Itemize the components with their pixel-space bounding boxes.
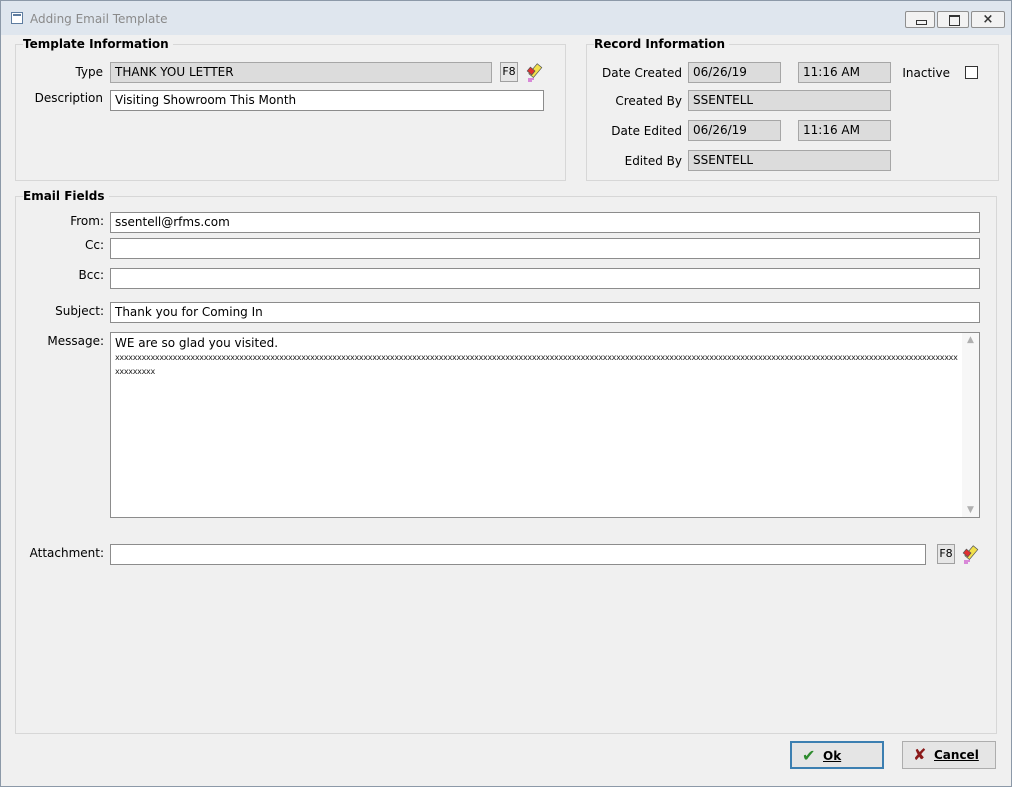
bcc-label: Bcc: [78, 268, 104, 282]
window-icon [11, 12, 23, 24]
window-title: Adding Email Template [30, 12, 168, 26]
date-edited-label: Date Edited [611, 124, 682, 138]
close-button[interactable]: × [971, 11, 1005, 28]
template-info-title: Template Information [23, 37, 173, 51]
type-clear-eraser-icon[interactable] [526, 62, 544, 82]
description-input[interactable]: Visiting Showroom This Month [110, 90, 544, 111]
type-field[interactable]: THANK YOU LETTER [110, 62, 492, 83]
inactive-checkbox[interactable] [965, 66, 978, 79]
edited-by-field: SSENTELL [688, 150, 891, 171]
time-edited-field: 11:16 AM [798, 120, 891, 141]
message-line-2: xxxxxxxxxxxxxxxxxxxxxxxxxxxxxxxxxxxxxxxx… [115, 353, 958, 376]
description-label: Description [34, 91, 103, 105]
date-edited-field: 06/26/19 [688, 120, 781, 141]
email-fields-title: Email Fields [23, 189, 109, 203]
cancel-button-label: Cancel [934, 748, 979, 762]
scroll-down-icon[interactable]: ▼ [962, 505, 979, 515]
from-label: From: [70, 214, 104, 228]
message-scrollbar[interactable]: ▲ ▼ [962, 333, 979, 517]
bcc-input[interactable] [110, 268, 980, 289]
cc-label: Cc: [84, 238, 104, 252]
message-textarea[interactable]: WE are so glad you visited. xxxxxxxxxxxx… [110, 332, 980, 518]
close-icon: × [982, 12, 994, 27]
date-created-field: 06/26/19 [688, 62, 781, 83]
minimize-button[interactable] [905, 11, 935, 28]
type-lookup-f8-button[interactable]: F8 [500, 62, 518, 82]
checkmark-icon: ✔ [802, 746, 816, 765]
time-created-field: 11:16 AM [798, 62, 891, 83]
scroll-up-icon[interactable]: ▲ [962, 335, 979, 345]
subject-input[interactable]: Thank you for Coming In [110, 302, 980, 323]
record-info-title: Record Information [594, 37, 730, 51]
email-template-window: Adding Email Template × Template Informa… [0, 0, 1012, 787]
ok-button-label: Ok [823, 749, 842, 763]
created-by-label: Created By [615, 94, 682, 108]
cancel-button[interactable]: ✘ Cancel [902, 741, 996, 769]
created-by-field: SSENTELL [688, 90, 891, 111]
cc-input[interactable] [110, 238, 980, 259]
type-label: Type [75, 65, 103, 79]
message-label: Message: [47, 334, 104, 348]
message-line-1: WE are so glad you visited. [115, 336, 279, 350]
attachment-clear-eraser-icon[interactable] [962, 544, 980, 564]
date-created-label: Date Created [602, 66, 682, 80]
from-input[interactable]: ssentell@rfms.com [110, 212, 980, 233]
x-icon: ✘ [913, 745, 927, 764]
subject-label: Subject: [55, 304, 104, 318]
ok-button[interactable]: ✔ Ok [790, 741, 884, 769]
attachment-input[interactable] [110, 544, 926, 565]
edited-by-label: Edited By [624, 154, 682, 168]
title-bar: Adding Email Template × [1, 1, 1011, 35]
inactive-label: Inactive [902, 66, 950, 80]
maximize-button[interactable] [937, 11, 969, 28]
attachment-lookup-f8-button[interactable]: F8 [937, 544, 955, 564]
attachment-label: Attachment: [29, 546, 104, 560]
